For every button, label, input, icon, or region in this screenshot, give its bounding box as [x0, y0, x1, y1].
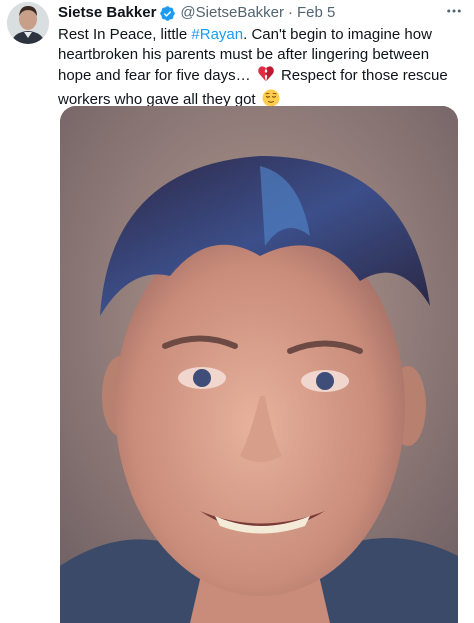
tweet-date[interactable]: Feb 5 [297, 3, 335, 23]
author-handle[interactable]: @SietseBakker [180, 3, 284, 23]
tweet-text-part1: Rest In Peace, little [58, 26, 192, 43]
verified-badge-icon [159, 5, 176, 22]
avatar-image [7, 2, 49, 44]
tweet-card[interactable]: Sietse Bakker @SietseBakker · Feb 5 Rest… [0, 0, 474, 623]
separator-dot: · [288, 4, 294, 21]
tweet-media-photo[interactable] [60, 106, 458, 623]
child-portrait-image [60, 106, 458, 623]
hashtag-link[interactable]: #Rayan [191, 26, 243, 43]
broken-heart-emoji [257, 65, 275, 89]
more-options-icon[interactable] [444, 1, 464, 21]
tweet-header: Sietse Bakker @SietseBakker · Feb 5 [58, 3, 462, 23]
author-name[interactable]: Sietse Bakker [58, 3, 156, 23]
tweet-text: Rest In Peace, little #Rayan. Can't begi… [58, 25, 462, 113]
avatar[interactable] [7, 2, 49, 44]
